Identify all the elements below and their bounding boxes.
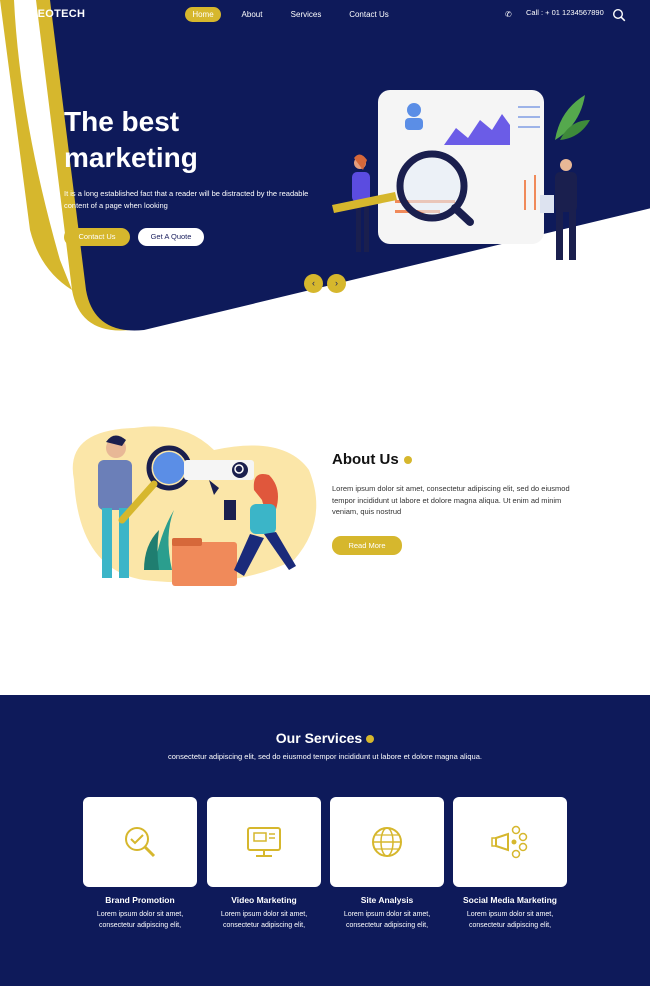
chevron-left-icon[interactable]: ‹ (304, 274, 323, 293)
about-title: About Us (332, 451, 412, 468)
service-description-line: consectetur adipiscing elit, (468, 922, 552, 929)
gold-dot-icon (366, 735, 375, 744)
service-description-line: consectetur adipiscing elit, (345, 922, 429, 929)
service-description: Lorem ipsum dolor sit amet, consectetur … (322, 909, 452, 931)
about-title-text: About Us (332, 451, 399, 468)
service-title: Video Marketing (231, 895, 297, 905)
service-description: Lorem ipsum dolor sit amet, consectetur … (445, 909, 575, 931)
service-description-line: Lorem ipsum dolor sit amet, (220, 911, 308, 918)
hero-title-line2: marketing (64, 142, 198, 173)
magnifier-check-icon (125, 827, 156, 858)
service-description-line: Lorem ipsum dolor sit amet, (343, 911, 431, 918)
services-title-text: Our Services (275, 730, 363, 746)
monitor-icon (247, 827, 281, 857)
nav-contact[interactable]: Contact Us (342, 7, 396, 22)
phone-icon: ✆ (505, 10, 512, 19)
logo[interactable]: SEOTECH (30, 8, 85, 20)
get-quote-button[interactable]: Get A Quote (138, 228, 204, 246)
service-description-line: consectetur adipiscing elit, (98, 922, 182, 929)
read-more-button[interactable]: Read More (332, 536, 402, 555)
hero-title-line1: The best (64, 106, 180, 137)
service-card-brand-promotion[interactable] (83, 797, 197, 887)
service-description: Lorem ipsum dolor sit amet, consectetur … (75, 909, 205, 931)
megaphone-icon (491, 825, 528, 859)
service-card-social-media[interactable] (453, 797, 567, 887)
service-card-site-analysis[interactable] (330, 797, 444, 887)
hero-title: The best marketing (64, 104, 304, 176)
services-title: Our Services (0, 730, 650, 746)
service-title: Social Media Marketing (463, 895, 557, 905)
hero-section: SEOTECH Home About Services Contact Us ✆… (0, 0, 650, 340)
service-card-video-marketing[interactable] (207, 797, 321, 887)
service-description: Lorem ipsum dolor sit amet, consectetur … (199, 909, 329, 931)
services-subtitle: consectetur adipiscing elit, sed do eius… (168, 752, 482, 761)
hero-description: It is a long established fact that a rea… (64, 189, 309, 210)
nav-services[interactable]: Services (285, 7, 327, 22)
services-section: Our Services consectetur adipiscing elit… (0, 695, 650, 986)
service-description-line: Lorem ipsum dolor sit amet, (96, 911, 184, 918)
call-number[interactable]: Call : + 01 1234567890 (526, 8, 604, 17)
nav-home[interactable]: Home (185, 7, 221, 22)
globe-icon (372, 827, 402, 857)
contact-us-button[interactable]: Contact Us (64, 228, 130, 246)
chevron-right-icon[interactable]: › (327, 274, 346, 293)
service-description-line: consectetur adipiscing elit, (222, 922, 306, 929)
service-description-line: Lorem ipsum dolor sit amet, (466, 911, 554, 918)
service-title: Brand Promotion (105, 895, 175, 905)
search-icon[interactable] (612, 8, 626, 22)
about-illustration (72, 426, 317, 586)
nav-about[interactable]: About (235, 7, 269, 22)
navbar: SEOTECH Home About Services Contact Us ✆… (0, 0, 650, 30)
gold-dot-icon (403, 456, 412, 465)
about-description: Lorem ipsum dolor sit amet, consectetur … (332, 484, 570, 516)
service-title: Site Analysis (360, 895, 414, 905)
